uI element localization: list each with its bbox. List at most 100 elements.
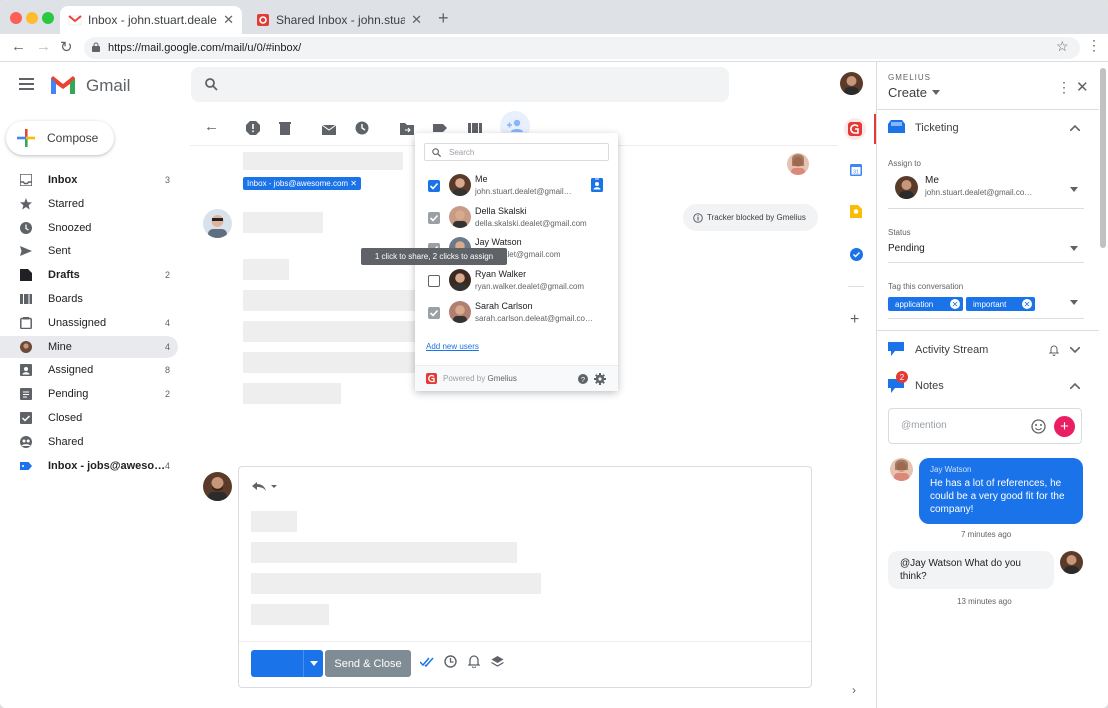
main-menu-icon[interactable] [19,78,34,90]
get-addons-plus-icon[interactable]: + [850,311,859,329]
inbox-label-chip[interactable]: Inbox - jobs@awesome.com ✕ [243,177,361,190]
mail-search-input[interactable] [191,67,729,102]
user-checkbox[interactable] [428,306,440,319]
nav-label: Unassigned [48,316,107,329]
caret-down-icon [310,661,318,666]
expand-panel-chevron-icon[interactable]: › [852,683,856,697]
url-field[interactable]: https://mail.google.com/mail/u/0/#inbox/ [84,37,1080,59]
nav-item-inbox[interactable]: Inbox 3 [0,169,178,191]
read-receipt-icon[interactable] [420,657,434,667]
minimize-window-button[interactable] [26,12,38,24]
nav-item-starred[interactable]: Starred [0,193,178,215]
user-row[interactable]: Sarah Carlson sarah.carlson.deleat@gmail.… [415,297,618,329]
keep-icon[interactable] [850,205,862,218]
maximize-window-button[interactable] [42,12,54,24]
user-avatar [449,205,471,228]
collapse-chevron-icon[interactable] [1070,125,1080,131]
user-checkbox[interactable] [428,211,440,224]
add-new-users-link[interactable]: Add new users [426,342,479,351]
reload-icon[interactable]: ↻ [60,38,73,56]
expand-chevron-icon[interactable] [1070,347,1080,353]
help-icon[interactable]: ? [578,374,588,384]
remove-label-icon[interactable]: ✕ [350,179,357,188]
move-to-icon[interactable] [400,121,414,135]
mention-input[interactable]: @mention [888,408,1082,444]
panel-scrollbar[interactable] [1100,68,1106,248]
reply-type-icon[interactable] [252,480,278,492]
new-tab-button[interactable]: + [438,8,449,29]
remove-tag-icon[interactable]: ✕ [1022,299,1032,309]
nav-item-snoozed[interactable]: Snoozed [0,217,178,239]
tag-chip[interactable]: application ✕ [888,297,963,311]
user-name: Jay Watson [475,237,522,248]
notification-bell-icon[interactable] [1049,345,1059,356]
tag-chip[interactable]: important ✕ [966,297,1035,311]
close-panel-icon[interactable]: ✕ [1076,78,1089,96]
nav-item-closed[interactable]: Closed [0,407,178,429]
assign-to-label: Assign to [888,159,921,168]
account-avatar[interactable] [840,72,863,95]
user-checkbox[interactable] [428,180,440,192]
gmail-logo-icon[interactable] [49,75,77,95]
nav-item-assigned[interactable]: Assigned 8 [0,359,178,381]
notes-title: Notes [915,380,944,392]
user-checkbox[interactable] [428,275,440,288]
mark-unread-icon[interactable] [322,121,336,135]
close-window-button[interactable] [10,12,22,24]
remove-tag-icon[interactable]: ✕ [950,299,960,309]
settings-gear-icon[interactable] [594,373,606,385]
back-arrow-icon[interactable]: ← [204,118,219,135]
reply-box[interactable]: Send & Close [238,466,812,688]
nav-item-mine[interactable]: Mine 4 [0,335,178,358]
user-row[interactable]: Ryan Walker ryan.walker.dealet@gmail.com [415,265,618,297]
calendar-icon[interactable]: 31 [850,164,862,176]
bookmark-star-icon[interactable]: ☆ [1056,38,1069,55]
compose-label: Compose [47,131,99,145]
create-menu[interactable]: Create [888,85,941,100]
nav-item-sent[interactable]: Sent [0,240,178,262]
schedule-clock-icon[interactable] [444,655,457,668]
nav-item-shared[interactable]: Shared [0,431,178,453]
caret-down-icon[interactable] [1070,300,1078,305]
nav-label: Inbox - jobs@awesо… [48,459,166,472]
back-arrow-icon[interactable]: ← [11,38,26,55]
panel-more-icon[interactable]: ⋮ [1057,79,1071,96]
tracker-blocked-badge[interactable]: Tracker blocked by Gmelius [683,204,818,231]
assignee-avatar [895,176,918,199]
browser-tab-shared-inbox[interactable]: Shared Inbox - john.stuart.d… ✕ [248,6,430,34]
gmelius-icon [848,122,862,136]
user-avatar [449,300,471,323]
collapse-chevron-icon[interactable] [1070,383,1080,389]
add-note-button[interactable]: + [1054,416,1075,437]
send-and-close-button[interactable]: Send & Close [325,650,411,677]
nav-item-inbox-jobs-awes[interactable]: Inbox - jobs@awesо… 4 [0,455,178,477]
compose-button[interactable]: Compose [6,121,114,155]
send-options-button[interactable] [303,650,323,677]
nav-item-pending[interactable]: Pending 2 [0,383,178,405]
close-tab-icon[interactable]: ✕ [411,12,422,28]
nav-item-drafts[interactable]: Drafts 2 [0,264,178,286]
nav-item-unassigned[interactable]: Unassigned 4 [0,312,178,334]
nav-item-boards[interactable]: Boards [0,288,178,310]
gmelius-addon-button[interactable] [844,118,866,140]
user-row[interactable]: Me john.stuart.dealet@gmail… [415,170,618,202]
svg-text:31: 31 [853,169,859,175]
tasks-icon[interactable] [850,248,863,261]
forward-arrow-icon[interactable]: → [36,38,51,55]
user-row[interactable]: Della Skalski della.skalski.dealet@gmail.… [415,202,618,234]
emoji-icon[interactable] [1031,419,1046,434]
browser-menu-icon[interactable]: ⋮ [1087,37,1101,54]
snooze-clock-icon[interactable] [355,121,369,135]
close-tab-icon[interactable]: ✕ [223,12,234,28]
user-search-input[interactable]: Search [424,143,609,161]
sequence-layers-icon[interactable] [491,655,504,668]
gmelius-side-panel: GMELIUS Create ⋮ ✕ Ticketing Assign to M… [876,62,1108,708]
tag-text: important [973,299,1007,309]
panel-brand: GMELIUS [888,73,932,82]
mention-placeholder: @mention [901,420,947,431]
browser-tab-inbox[interactable]: Inbox - john.stuart.dealet@g… ✕ [60,6,242,34]
add-person-icon [507,119,523,132]
report-spam-icon[interactable] [246,121,260,135]
delete-icon[interactable] [278,121,292,135]
reminder-bell-icon[interactable] [468,655,480,668]
